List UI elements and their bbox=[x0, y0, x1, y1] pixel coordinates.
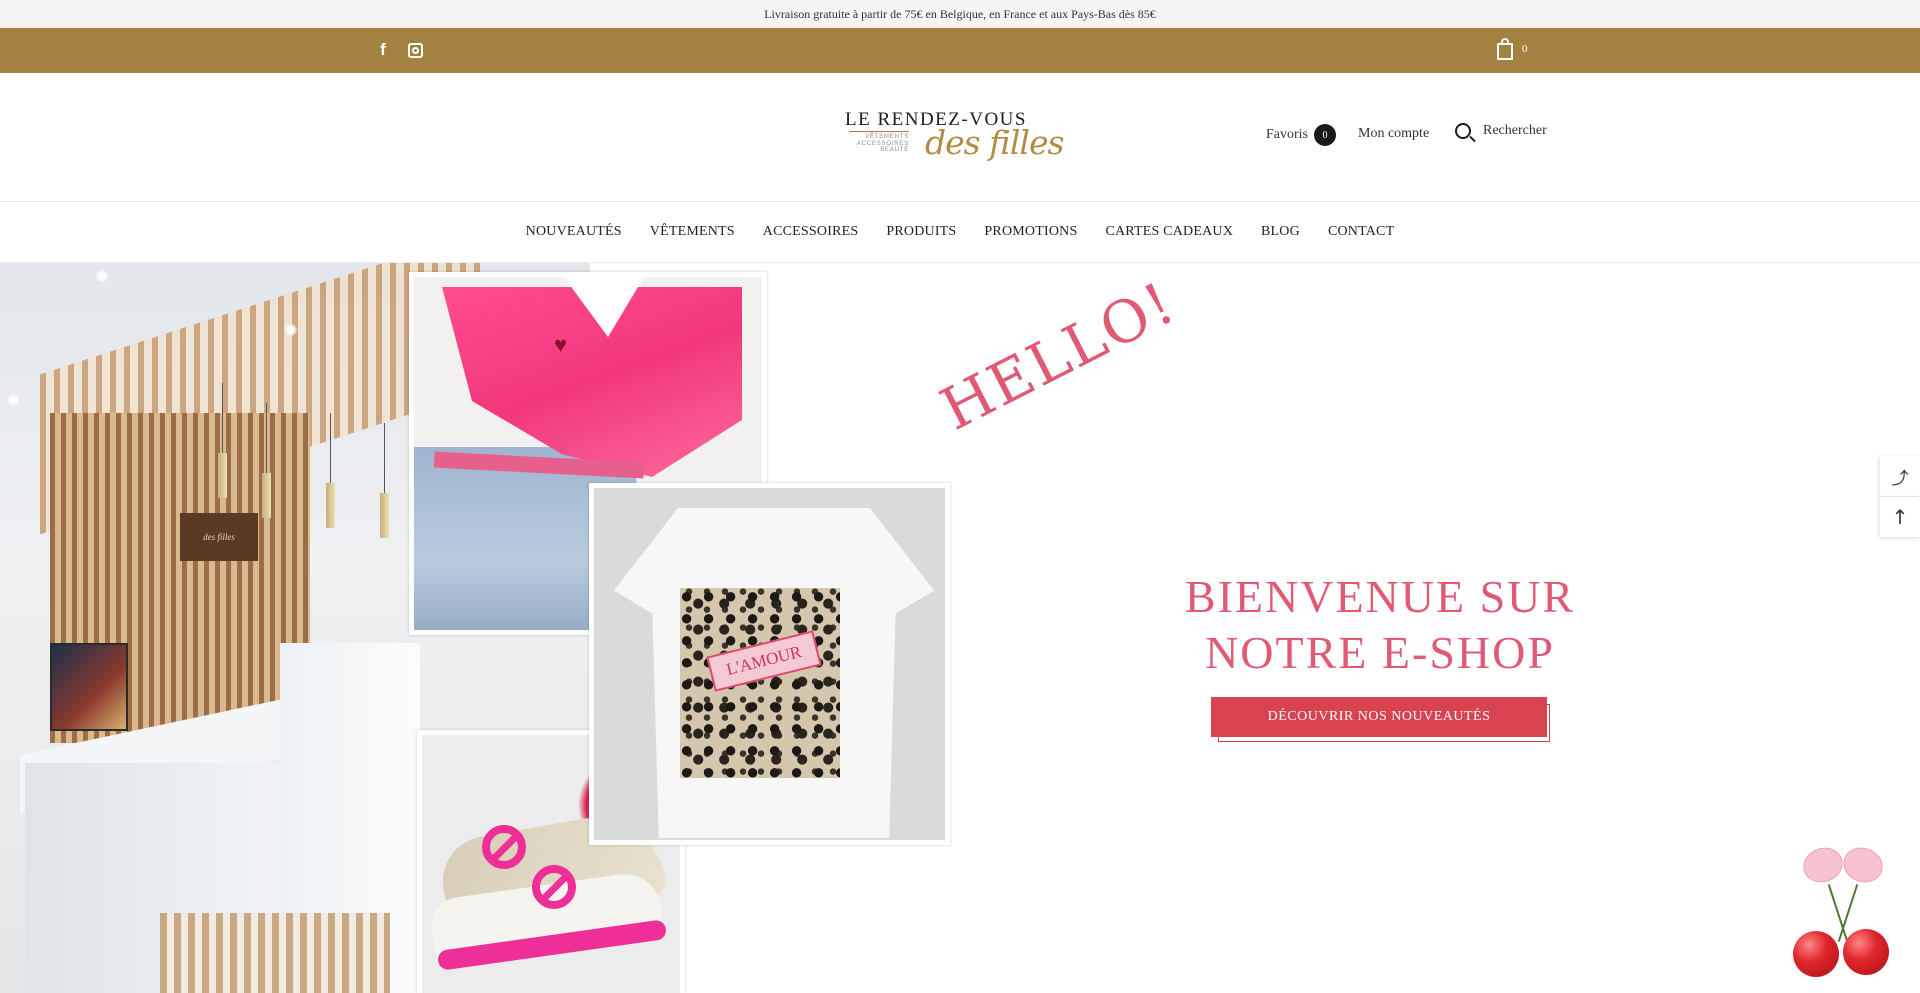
pendant-lamp bbox=[262, 403, 271, 518]
account-label: Mon compte bbox=[1358, 126, 1430, 141]
nav-item-promotions[interactable]: PROMOTIONS bbox=[984, 224, 1077, 240]
search-icon bbox=[1455, 123, 1471, 139]
framed-poster bbox=[50, 643, 128, 731]
cherry-bow bbox=[1803, 848, 1883, 898]
favorites-label: Favoris bbox=[1266, 127, 1308, 142]
arrow-up-icon[interactable]: ↑ bbox=[1880, 497, 1920, 537]
sneaker-logo bbox=[532, 865, 576, 909]
cart-count: 0 bbox=[1522, 43, 1528, 55]
welcome-line-1: BIENVENUE SUR bbox=[1184, 571, 1576, 622]
facebook-icon[interactable]: f bbox=[371, 38, 395, 62]
pendant-lamp bbox=[218, 383, 227, 498]
announcement-bar: Livraison gratuite à partir de 75€ en Be… bbox=[0, 0, 1920, 28]
logo-subtitle: VÊTEMENTS ACCESSOIRES BEAUTÉ bbox=[847, 131, 909, 154]
account-link[interactable]: Mon compte bbox=[1358, 126, 1429, 142]
facebook-glyph: f bbox=[380, 40, 386, 59]
instagram-glyph bbox=[407, 42, 423, 58]
favorites-link[interactable]: Favoris 0 bbox=[1266, 124, 1336, 146]
nav-item-nouveautes[interactable]: NOUVEAUTÉS bbox=[526, 224, 622, 240]
hello-text: HELLO! bbox=[930, 268, 1187, 444]
search-label: Rechercher bbox=[1483, 123, 1547, 138]
floor-slats bbox=[160, 913, 390, 993]
social-bar: f 0 bbox=[0, 28, 1920, 73]
boutique-sign: des filles bbox=[180, 513, 258, 561]
welcome-heading: BIENVENUE SUR NOTRE E-SHOP bbox=[1150, 569, 1610, 681]
heart-brooch: ♥ bbox=[554, 332, 568, 357]
ceiling-light bbox=[284, 323, 298, 337]
cta-wrapper: DÉCOUVRIR NOS NOUVEAUTÉS bbox=[1211, 697, 1551, 745]
sneaker-logo bbox=[482, 825, 526, 869]
nav-item-produits[interactable]: PRODUITS bbox=[886, 224, 956, 240]
instagram-icon[interactable] bbox=[403, 38, 427, 62]
announcement-text: Livraison gratuite à partir de 75€ en Be… bbox=[764, 6, 1156, 21]
main-navigation: NOUVEAUTÉS VÊTEMENTS ACCESSOIRES PRODUIT… bbox=[0, 202, 1920, 263]
ceiling-light bbox=[95, 269, 109, 283]
search-button[interactable]: Rechercher bbox=[1455, 123, 1547, 139]
nav-item-cartes-cadeaux[interactable]: CARTES CADEAUX bbox=[1105, 224, 1233, 240]
cherry-decoration bbox=[1785, 843, 1905, 993]
nav-item-vetements[interactable]: VÊTEMENTS bbox=[650, 224, 735, 240]
boutique-sign-text: des filles bbox=[203, 532, 235, 542]
cherry-right bbox=[1843, 929, 1889, 975]
site-header: LE RENDEZ-VOUS VÊTEMENTS ACCESSOIRES BEA… bbox=[0, 73, 1920, 202]
cherry-left bbox=[1793, 931, 1839, 977]
leopard-pocket bbox=[680, 588, 840, 778]
pendant-lamp bbox=[380, 423, 389, 538]
site-logo[interactable]: LE RENDEZ-VOUS VÊTEMENTS ACCESSOIRES BEA… bbox=[845, 103, 1064, 167]
favorites-count-badge: 0 bbox=[1314, 124, 1336, 146]
shopping-bag-icon bbox=[1497, 38, 1513, 60]
share-icon[interactable]: ⤴ bbox=[1880, 456, 1920, 496]
cart-button[interactable]: 0 bbox=[1497, 38, 1528, 60]
discover-new-arrivals-button[interactable]: DÉCOUVRIR NOS NOUVEAUTÉS bbox=[1211, 697, 1547, 737]
nav-item-blog[interactable]: BLOG bbox=[1261, 224, 1300, 240]
nav-item-accessoires[interactable]: ACCESSOIRES bbox=[763, 224, 859, 240]
ceiling-light bbox=[6, 393, 20, 407]
back-to-top-glyph: ↑ bbox=[1891, 505, 1909, 529]
tshirt-photo: L'AMOUR bbox=[589, 483, 950, 845]
hero-banner: des filles ♥ L'AMOUR HELLO! BIENVENUE SU… bbox=[0, 263, 1920, 993]
share-glyph: ⤴ bbox=[1891, 468, 1909, 489]
pendant-lamp bbox=[326, 413, 335, 528]
welcome-line-2: NOTRE E-SHOP bbox=[1205, 627, 1555, 678]
logo-script: des filles bbox=[925, 123, 1064, 162]
nav-item-contact[interactable]: CONTACT bbox=[1328, 224, 1394, 240]
